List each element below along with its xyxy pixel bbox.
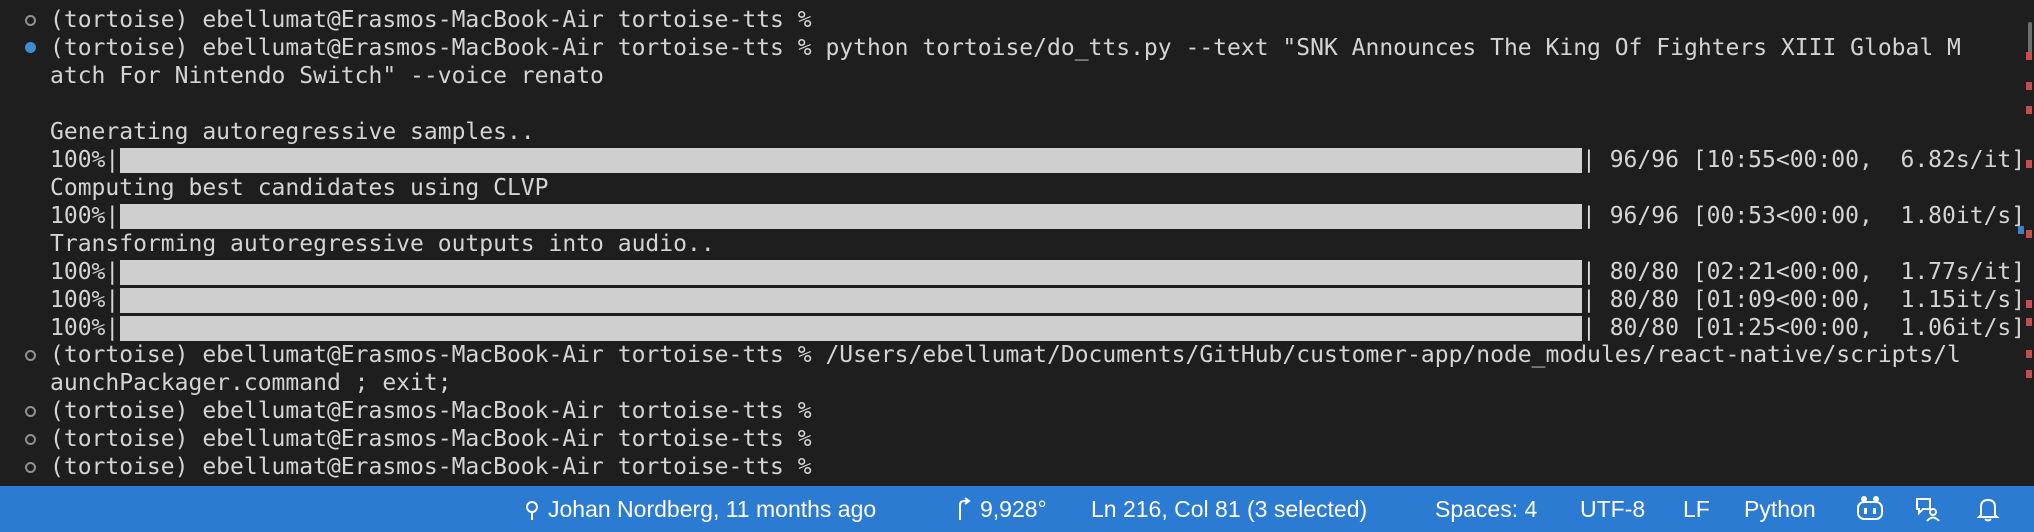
terminal-prompt-line: (tortoise) ebellumat@Erasmos-MacBook-Air… [50,426,812,452]
degrees-text: 9,928° [980,496,1047,522]
overview-marker [2026,52,2032,60]
overview-marker [2026,370,2032,378]
eol-text: LF [1683,496,1710,522]
progress-bar [120,288,1582,313]
progress-percent: 100%| [50,259,120,285]
terminal-prompt-line: (tortoise) ebellumat@Erasmos-MacBook-Air… [50,398,812,424]
terminal-prompt-line: (tortoise) ebellumat@Erasmos-MacBook-Air… [50,454,812,480]
indentation-item[interactable]: Spaces: 4 [1435,486,1537,532]
terminal-command-line-wrap: atch For Nintendo Switch" --voice renato [50,63,604,89]
command-decoration-icon[interactable] [25,350,36,361]
progress-line: 100%| | 80/80 [01:09<00:00, 1.15it/s] [50,286,2025,314]
eol-item[interactable]: LF [1683,486,1710,532]
git-blame-text: Johan Nordberg, 11 months ago [548,496,877,522]
overview-marker [2026,318,2032,326]
scrollbar-thumb[interactable] [2028,22,2032,56]
progress-percent: 100%| [50,287,120,313]
encoding-text: UTF-8 [1580,496,1646,522]
branch-arrow-icon [959,497,971,520]
feedback-button[interactable] [1915,486,1941,532]
copilot-button[interactable] [1855,486,1885,532]
progress-bar [120,204,1582,229]
overview-marker [2026,160,2032,168]
progress-line: 100%| | 96/96 [10:55<00:00, 6.82s/it] [50,146,2025,174]
overview-marker [2018,226,2024,234]
progress-stats: | 96/96 [00:53<00:00, 1.80it/s] [1582,203,2026,229]
language-mode-item[interactable]: Python [1744,486,1816,532]
bell-icon [1976,498,2000,522]
status-bar: Johan Nordberg, 11 months ago 9,928° Ln … [0,486,2034,532]
progress-bar [120,316,1582,341]
progress-line: 100%| | 80/80 [02:21<00:00, 1.77s/it] [50,258,2025,286]
cursor-position-item[interactable]: Ln 216, Col 81 (3 selected) [1091,486,1367,532]
notifications-button[interactable] [1976,486,2000,532]
overview-marker [2026,230,2032,238]
git-blame-item[interactable]: Johan Nordberg, 11 months ago [524,486,876,532]
progress-percent: 100%| [50,315,120,341]
command-decoration-active-icon[interactable] [25,42,36,53]
terminal-panel[interactable]: (tortoise) ebellumat@Erasmos-MacBook-Air… [0,0,2034,486]
copilot-icon [1857,496,1883,520]
overview-marker [2026,350,2032,358]
progress-stats: | 80/80 [01:09<00:00, 1.15it/s] [1582,287,2026,313]
progress-line: 100%| | 80/80 [01:25<00:00, 1.06it/s] [50,314,2025,342]
progress-percent: 100%| [50,147,120,173]
terminal-command-line: (tortoise) ebellumat@Erasmos-MacBook-Air… [50,342,1961,368]
indentation-text: Spaces: 4 [1435,496,1538,522]
terminal-prompt-line: (tortoise) ebellumat@Erasmos-MacBook-Air… [50,7,812,33]
progress-stats: | 80/80 [01:25<00:00, 1.06it/s] [1582,315,2026,341]
progress-stats: | 80/80 [02:21<00:00, 1.77s/it] [1582,259,2026,285]
encoding-item[interactable]: UTF-8 [1580,486,1645,532]
progress-percent: 100%| [50,203,120,229]
command-decoration-icon[interactable] [25,462,36,473]
overview-marker [2026,300,2032,308]
terminal-command-line: (tortoise) ebellumat@Erasmos-MacBook-Air… [50,35,1961,61]
cursor-position-text: Ln 216, Col 81 (3 selected) [1091,496,1368,522]
terminal-command-line-wrap: aunchPackager.command ; exit; [50,370,452,396]
terminal-scrollbar[interactable] [2022,0,2034,486]
terminal-output-line: Computing best candidates using CLVP [50,175,549,201]
language-mode-text: Python [1744,496,1816,522]
command-decoration-icon[interactable] [25,406,36,417]
progress-line: 100%| | 96/96 [00:53<00:00, 1.80it/s] [50,202,2025,230]
degrees-item[interactable]: 9,928° [956,486,1047,532]
overview-marker [2026,82,2032,90]
command-decoration-icon[interactable] [25,15,36,26]
command-decoration-icon[interactable] [25,434,36,445]
overview-marker [2026,106,2032,114]
progress-bar [120,260,1582,285]
progress-bar [120,148,1582,173]
terminal-output-line: Generating autoregressive samples.. [50,119,535,145]
progress-stats: | 96/96 [10:55<00:00, 6.82s/it] [1582,147,2026,173]
feedback-icon [1916,498,1940,522]
git-commit-icon [526,501,538,520]
terminal-output-line: Transforming autoregressive outputs into… [50,231,715,257]
